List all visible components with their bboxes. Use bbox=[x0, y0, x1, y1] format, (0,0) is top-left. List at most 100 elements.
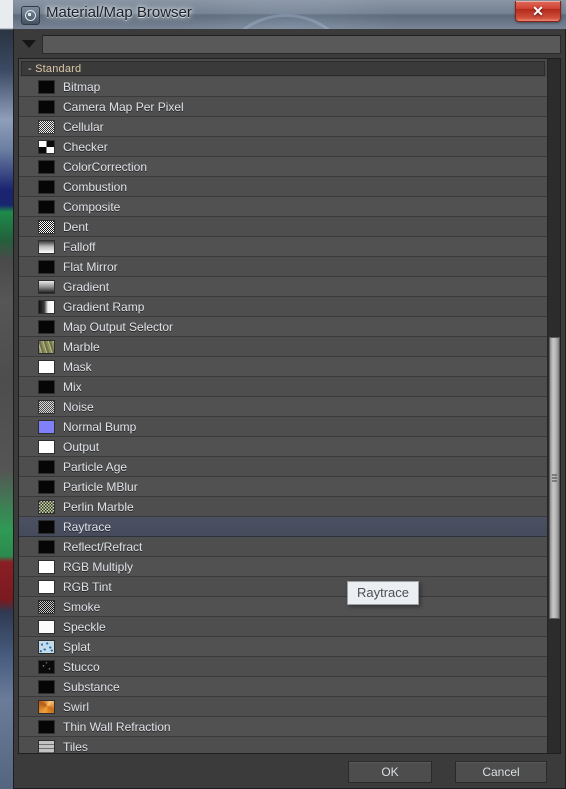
list-item[interactable]: Camera Map Per Pixel bbox=[19, 97, 547, 117]
map-swatch-icon bbox=[38, 459, 55, 474]
map-swatch-icon bbox=[38, 159, 55, 174]
list-item-label: Tiles bbox=[63, 739, 88, 754]
list-item[interactable]: Output bbox=[19, 437, 547, 457]
list-item-label: Combustion bbox=[63, 179, 128, 194]
map-swatch-icon bbox=[38, 239, 55, 254]
map-swatch-icon bbox=[38, 739, 55, 753]
list-item-label: Camera Map Per Pixel bbox=[63, 99, 184, 114]
list-item-label: RGB Multiply bbox=[63, 559, 134, 574]
list-item-label: Output bbox=[63, 439, 100, 454]
list-item[interactable]: Falloff bbox=[19, 237, 547, 257]
list-item[interactable]: Normal Bump bbox=[19, 417, 547, 437]
list-item[interactable]: ColorCorrection bbox=[19, 157, 547, 177]
map-swatch-icon bbox=[38, 279, 55, 294]
map-swatch-icon bbox=[38, 619, 55, 634]
vertical-scrollbar[interactable] bbox=[547, 59, 560, 753]
list-item[interactable]: Particle Age bbox=[19, 457, 547, 477]
list-item-label: Speckle bbox=[63, 619, 106, 634]
cancel-button[interactable]: Cancel bbox=[455, 761, 547, 783]
list-item[interactable]: RGB Multiply bbox=[19, 557, 547, 577]
scrollbar-thumb[interactable] bbox=[549, 337, 560, 619]
list-item[interactable]: Raytrace bbox=[19, 517, 547, 537]
material-map-browser-dialog: Material/Map Browser ✕ - Standard Bitmap… bbox=[13, 0, 566, 789]
map-swatch-icon bbox=[38, 399, 55, 414]
list-item-label: Checker bbox=[63, 139, 108, 154]
list-item[interactable]: Checker bbox=[19, 137, 547, 157]
list-item[interactable]: Mix bbox=[19, 377, 547, 397]
close-icon[interactable]: ✕ bbox=[515, 1, 561, 22]
map-swatch-icon bbox=[38, 439, 55, 454]
list-item[interactable]: Marble bbox=[19, 337, 547, 357]
list-item-label: Normal Bump bbox=[63, 419, 137, 434]
map-swatch-icon bbox=[38, 679, 55, 694]
list-item[interactable]: Gradient bbox=[19, 277, 547, 297]
list-item[interactable]: Gradient Ramp bbox=[19, 297, 547, 317]
list-item[interactable]: Noise bbox=[19, 397, 547, 417]
list-item[interactable]: Reflect/Refract bbox=[19, 537, 547, 557]
list-item[interactable]: Combustion bbox=[19, 177, 547, 197]
list-item[interactable]: Composite bbox=[19, 197, 547, 217]
list-item[interactable]: Bitmap bbox=[19, 77, 547, 97]
list-item-label: Raytrace bbox=[63, 519, 112, 534]
list-item-label: Smoke bbox=[63, 599, 101, 614]
list-item[interactable]: Swirl bbox=[19, 697, 547, 717]
map-swatch-icon bbox=[38, 659, 55, 674]
map-swatch-icon bbox=[38, 139, 55, 154]
list-item[interactable]: Cellular bbox=[19, 117, 547, 137]
tooltip: Raytrace bbox=[347, 581, 420, 605]
ok-button[interactable]: OK bbox=[348, 761, 432, 783]
map-swatch-icon bbox=[38, 419, 55, 434]
list-item-label: Composite bbox=[63, 199, 121, 214]
list-item[interactable]: RGB Tint bbox=[19, 577, 547, 597]
list-item[interactable]: Particle MBlur bbox=[19, 477, 547, 497]
list-item-label: RGB Tint bbox=[63, 579, 112, 594]
list-item[interactable]: Map Output Selector bbox=[19, 317, 547, 337]
map-swatch-icon bbox=[38, 99, 55, 114]
map-swatch-icon bbox=[38, 519, 55, 534]
map-swatch-icon bbox=[38, 499, 55, 514]
search-input[interactable] bbox=[42, 34, 561, 54]
list-item-label: Mask bbox=[63, 359, 92, 374]
list-item[interactable]: Flat Mirror bbox=[19, 257, 547, 277]
map-swatch-icon bbox=[38, 179, 55, 194]
map-swatch-icon bbox=[38, 339, 55, 354]
list-item-label: Bitmap bbox=[63, 79, 101, 94]
map-swatch-icon bbox=[38, 539, 55, 554]
scrollbar-grip-icon bbox=[552, 474, 557, 482]
list-item[interactable]: Smoke bbox=[19, 597, 547, 617]
list-item[interactable]: Tiles bbox=[19, 737, 547, 753]
list-item[interactable]: Substance bbox=[19, 677, 547, 697]
map-swatch-icon bbox=[38, 359, 55, 374]
list-item[interactable]: Dent bbox=[19, 217, 547, 237]
list-item[interactable]: Splat bbox=[19, 637, 547, 657]
list-item-label: Dent bbox=[63, 219, 89, 234]
map-swatch-icon bbox=[38, 259, 55, 274]
map-swatch-icon bbox=[38, 699, 55, 714]
list-item-label: Stucco bbox=[63, 659, 100, 674]
title-bar[interactable]: Material/Map Browser ✕ bbox=[13, 0, 566, 30]
map-swatch-icon bbox=[38, 639, 55, 654]
map-list: Bitmap Camera Map Per Pixel Cellular Checke… bbox=[19, 77, 547, 753]
list-item-label: Thin Wall Refraction bbox=[63, 719, 171, 734]
map-swatch-icon bbox=[38, 599, 55, 614]
list-item[interactable]: Perlin Marble bbox=[19, 497, 547, 517]
list-item-label: Marble bbox=[63, 339, 100, 354]
list-item-label: Perlin Marble bbox=[63, 499, 134, 514]
map-swatch-icon bbox=[38, 299, 55, 314]
list-item-label: Gradient bbox=[63, 279, 110, 294]
chevron-down-icon[interactable] bbox=[18, 33, 40, 55]
map-list-panel: - Standard Bitmap Camera Map Per Pixel Cel… bbox=[18, 58, 561, 754]
list-item-label: Substance bbox=[63, 679, 120, 694]
list-item[interactable]: Speckle bbox=[19, 617, 547, 637]
dialog-body: - Standard Bitmap Camera Map Per Pixel Cel… bbox=[13, 29, 566, 789]
group-header-standard[interactable]: - Standard bbox=[21, 61, 545, 76]
list-item-label: Gradient Ramp bbox=[63, 299, 145, 314]
list-item[interactable]: Thin Wall Refraction bbox=[19, 717, 547, 737]
list-item[interactable]: Stucco bbox=[19, 657, 547, 677]
list-item-label: Cellular bbox=[63, 119, 104, 134]
map-swatch-icon bbox=[38, 379, 55, 394]
map-list-scroll: - Standard Bitmap Camera Map Per Pixel Cel… bbox=[19, 59, 547, 753]
list-item[interactable]: Mask bbox=[19, 357, 547, 377]
footer: OK Cancel bbox=[14, 755, 565, 788]
list-item-label: Particle Age bbox=[63, 459, 128, 474]
